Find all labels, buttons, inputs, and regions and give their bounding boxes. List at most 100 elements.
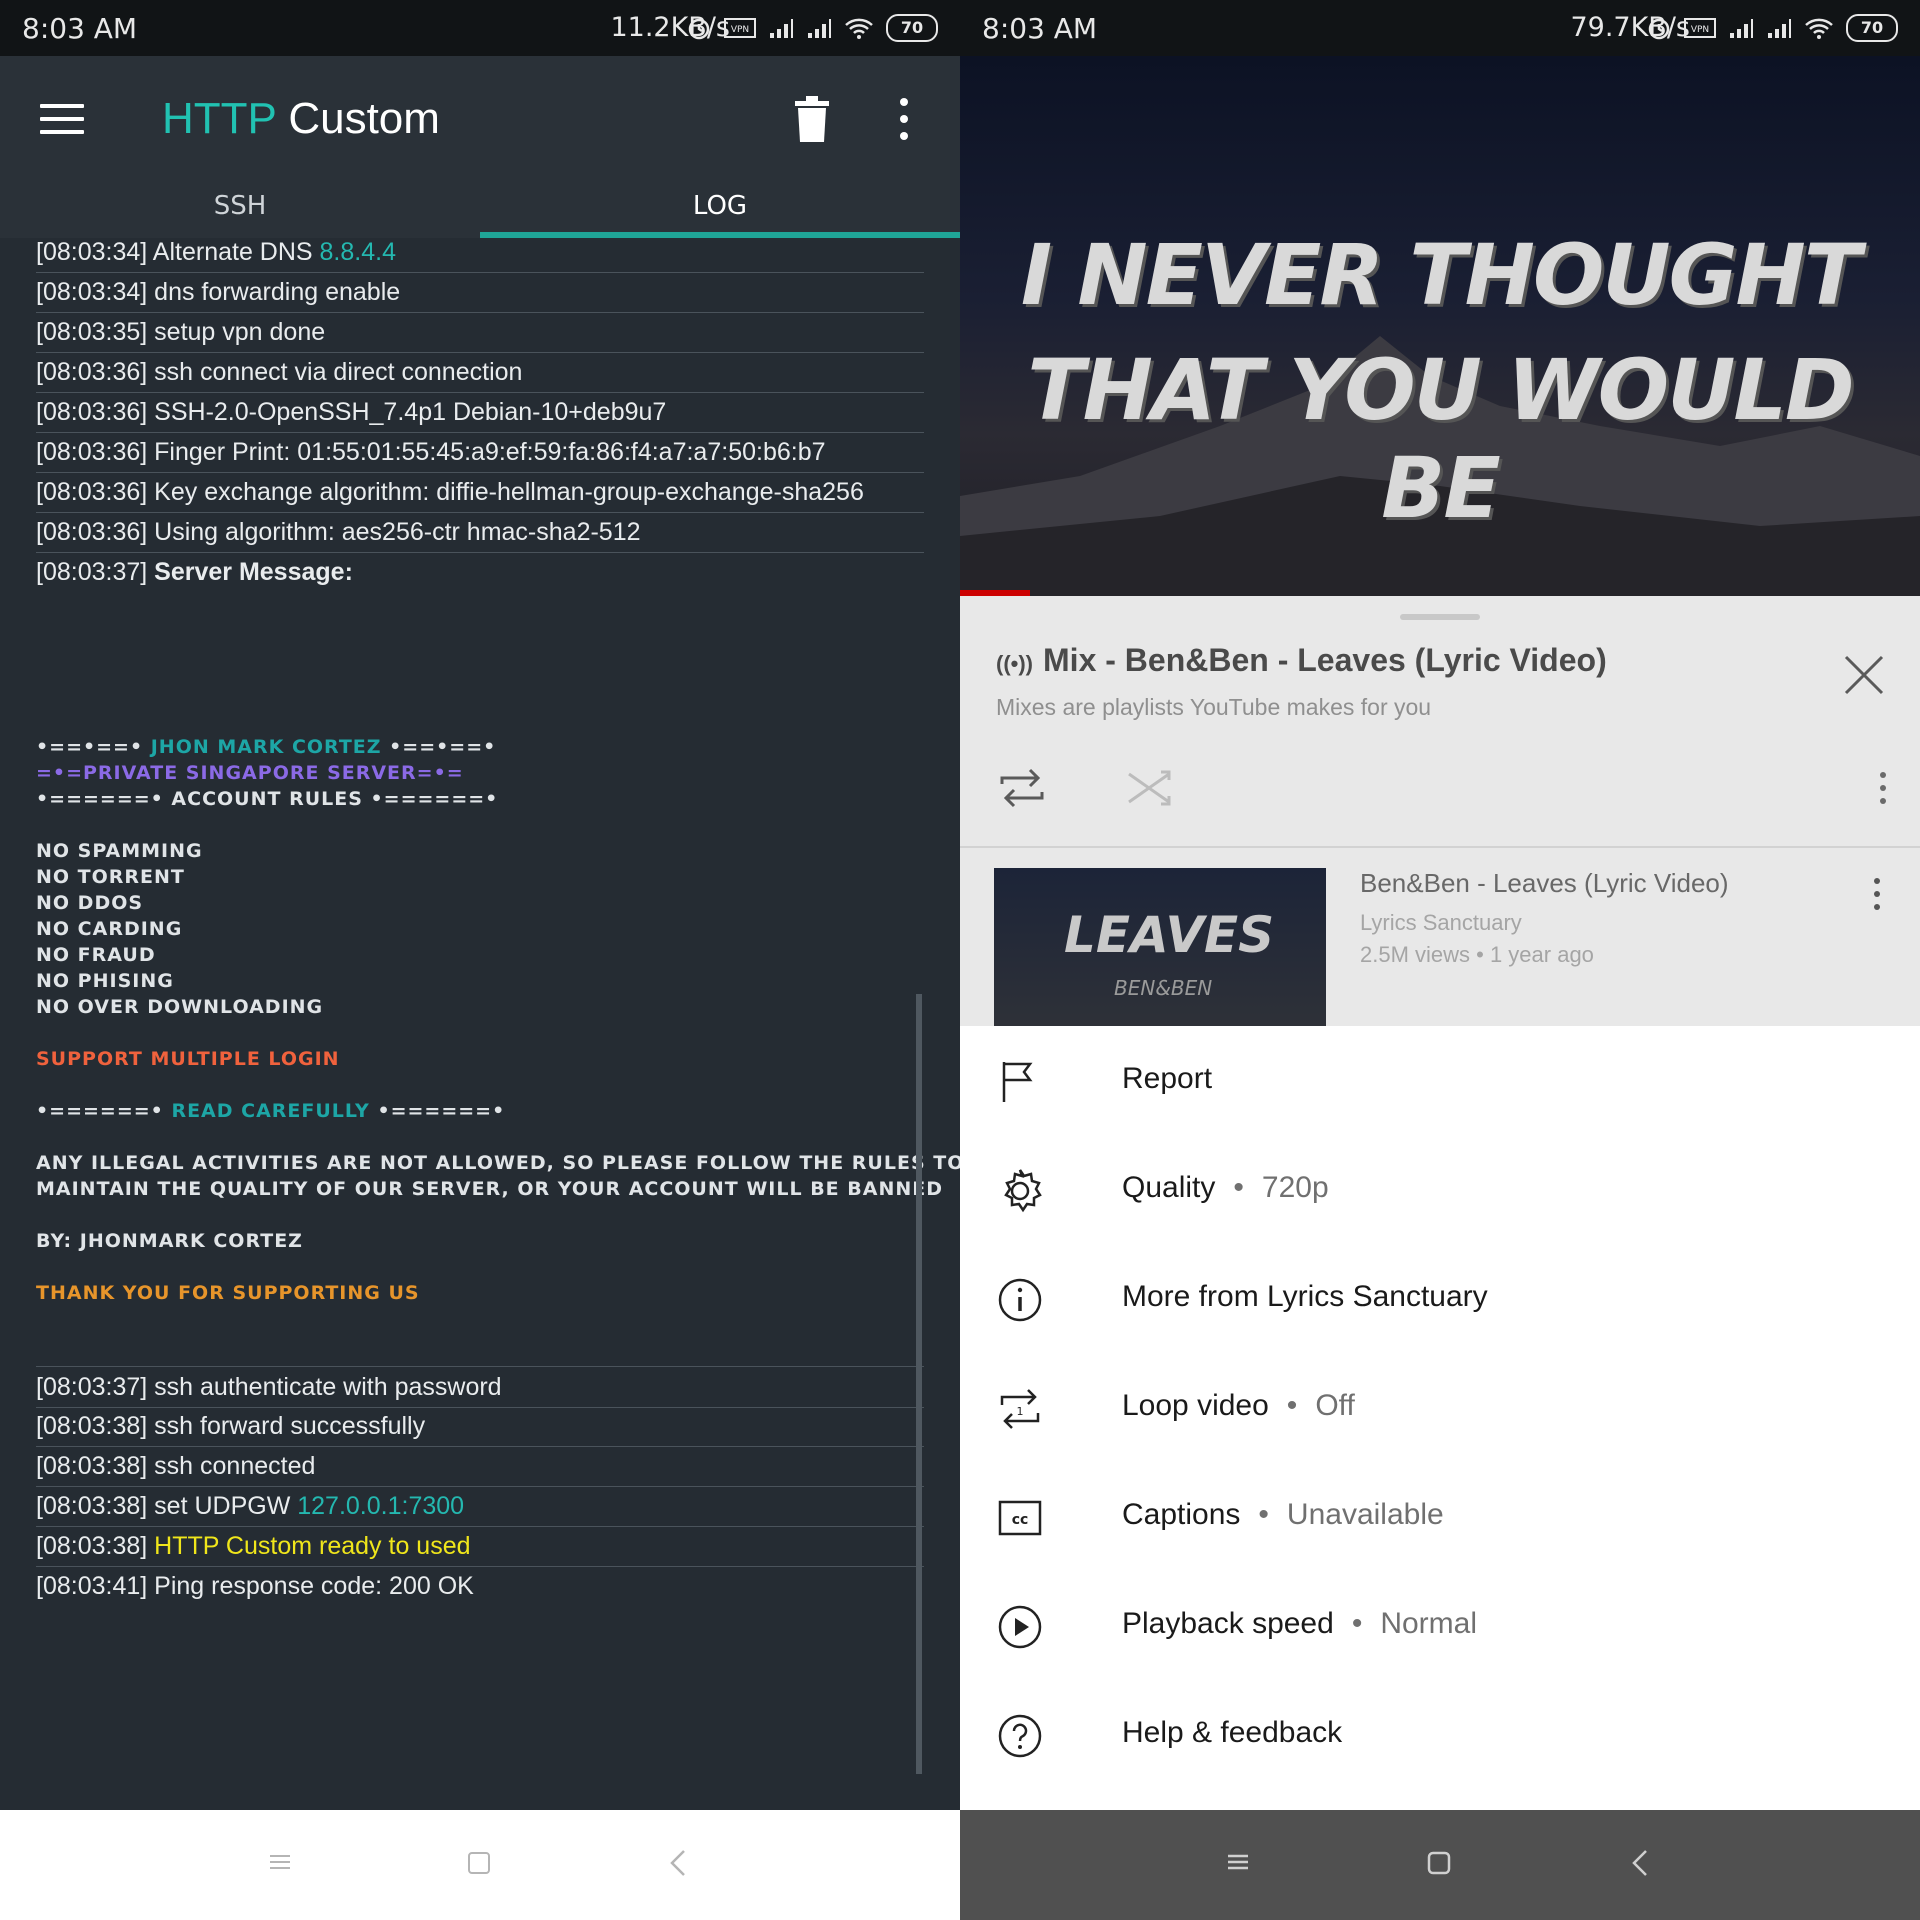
drag-handle[interactable] <box>1400 614 1480 620</box>
svg-text:VPN: VPN <box>1691 25 1709 35</box>
svg-text:cc: cc <box>1012 1512 1029 1528</box>
menu-item-more-from-channel[interactable]: More from Lyrics Sanctuary <box>960 1244 1920 1353</box>
log-line: [08:03:37] Server Message: <box>36 558 353 586</box>
divider <box>960 846 1920 848</box>
app-bar: HTTP Custom SSH LOG <box>0 56 960 238</box>
log-line: [08:03:34] Alternate DNS 8.8.4.4 <box>36 238 924 273</box>
server-message-line: =•=PRIVATE SINGAPORE SERVER=•= <box>36 762 464 784</box>
home-icon[interactable] <box>466 1850 492 1876</box>
vpn-icon: VPN <box>1684 18 1716 38</box>
status-bar: 8:03 AM 79.7KB/s VPN 70 <box>960 0 1920 56</box>
video-player[interactable]: I NEVER THOUGHT THAT YOU WOULD BE <box>960 56 1920 596</box>
rule-item: NO SPAMMING <box>36 840 203 862</box>
signal-icon <box>770 19 793 38</box>
status-icons: VPN 70 <box>1646 14 1898 42</box>
log-line: [08:03:38] HTTP Custom ready to used <box>36 1526 924 1567</box>
gear-icon <box>1004 1169 1042 1213</box>
captions-icon: cc <box>998 1500 1042 1536</box>
log-scrollbar[interactable] <box>916 994 922 1774</box>
wifi-icon <box>1805 18 1833 39</box>
menu-item-report[interactable]: Report <box>960 1026 1920 1135</box>
rule-item: NO DDOS <box>36 892 144 914</box>
vpn-icon: VPN <box>724 18 756 38</box>
status-time: 8:03 AM <box>982 12 1098 45</box>
log-line: [08:03:37] ssh authenticate with passwor… <box>36 1366 924 1408</box>
back-icon[interactable] <box>668 1848 688 1878</box>
flag-icon <box>1002 1062 1033 1102</box>
tab-ssh[interactable]: SSH <box>0 176 480 236</box>
recent-apps-icon[interactable] <box>268 1850 292 1874</box>
log-view[interactable]: [08:03:34] Alternate DNS 8.8.4.4 [08:03:… <box>0 238 960 1810</box>
rule-item: NO OVER DOWNLOADING <box>36 996 324 1018</box>
navigation-bar <box>0 1810 960 1920</box>
live-mix-icon: ((•)) <box>996 651 1034 676</box>
shuffle-icon[interactable] <box>1125 766 1177 810</box>
menu-item-loop-video[interactable]: 1 Loop video • Off <box>960 1353 1920 1462</box>
back-icon[interactable] <box>1630 1848 1650 1878</box>
menu-item-playback-speed[interactable]: Playback speed • Normal <box>960 1571 1920 1680</box>
trash-icon[interactable] <box>795 96 829 142</box>
svg-text:1: 1 <box>1017 1405 1024 1418</box>
tab-log[interactable]: LOG <box>480 176 960 236</box>
author-line: BY: JHONMARK CORTEZ <box>36 1230 303 1252</box>
rule-item: NO TORRENT <box>36 866 185 888</box>
options-menu: Report Quality • 720p More from Lyrics San… <box>960 1026 1920 1810</box>
menu-icon[interactable] <box>40 104 84 134</box>
repeat-icon[interactable] <box>996 766 1048 810</box>
menu-item-quality[interactable]: Quality • 720p <box>960 1135 1920 1244</box>
thanks-line: THANK YOU FOR SUPPORTING US <box>36 1282 420 1304</box>
lyric-line: I NEVER THOUGHT <box>1020 226 1861 324</box>
alarm-icon <box>1648 18 1670 40</box>
menu-item-captions[interactable]: cc Captions • Unavailable <box>960 1462 1920 1571</box>
log-line: [08:03:36] Key exchange algorithm: diffi… <box>36 472 924 513</box>
alarm-icon <box>688 18 710 40</box>
video-title[interactable]: Ben&Ben - Leaves (Lyric Video) <box>1360 868 1729 899</box>
app-title: HTTP Custom <box>162 94 440 143</box>
log-line: [08:03:38] set UDPGW 127.0.0.1:7300 <box>36 1486 924 1527</box>
support-line: SUPPORT MULTIPLE LOGIN <box>36 1048 340 1070</box>
log-line: [08:03:38] ssh connected <box>36 1446 924 1487</box>
menu-item-help-feedback[interactable]: Help & feedback <box>960 1680 1920 1789</box>
log-line: [08:03:38] ssh forward successfully <box>36 1406 924 1447</box>
server-message-header: •==•==• JHON MARK CORTEZ •==•==• <box>36 736 497 758</box>
svg-text:VPN: VPN <box>731 25 749 35</box>
status-icons: VPN 70 <box>686 14 938 42</box>
loop-icon: 1 <box>1000 1389 1040 1429</box>
more-options-icon[interactable] <box>1880 772 1888 811</box>
youtube-app: 8:03 AM 79.7KB/s VPN 70 I NEVER THOUGHT … <box>960 0 1920 1920</box>
log-line: [08:03:36] SSH-2.0-OpenSSH_7.4p1 Debian-… <box>36 392 924 433</box>
info-icon <box>998 1278 1042 1322</box>
status-bar: 8:03 AM 11.2KB/s VPN 70 <box>0 0 960 56</box>
rule-item: NO FRAUD <box>36 944 156 966</box>
battery-icon: 70 <box>1846 14 1898 42</box>
log-line: [08:03:36] Finger Print: 01:55:01:55:45:… <box>36 432 924 473</box>
signal-icon <box>1768 19 1791 38</box>
status-time: 8:03 AM <box>22 12 138 45</box>
playlist-panel: ((•)) Mix - Ben&Ben - Leaves (Lyric Video… <box>960 596 1920 1026</box>
signal-icon <box>808 19 831 38</box>
home-icon[interactable] <box>1426 1850 1452 1876</box>
log-line: [08:03:36] ssh connect via direct connec… <box>36 352 924 393</box>
http-custom-app: 8:03 AM 11.2KB/s VPN 70 HTTP Custom SSH … <box>0 0 960 1920</box>
close-icon[interactable] <box>1840 651 1888 699</box>
signal-icon <box>1730 19 1753 38</box>
mix-title: ((•)) Mix - Ben&Ben - Leaves (Lyric Video… <box>996 642 1607 678</box>
log-line: [08:03:34] dns forwarding enable <box>36 272 924 313</box>
recent-apps-icon[interactable] <box>1226 1850 1250 1874</box>
navigation-bar <box>960 1810 1920 1920</box>
play-circle-icon <box>998 1605 1042 1649</box>
lyric-line: THAT YOU WOULD BE <box>1027 341 1854 537</box>
log-line: [08:03:35] setup vpn done <box>36 312 924 353</box>
battery-icon: 70 <box>886 14 938 42</box>
log-line: [08:03:36] Using algorithm: aes256-ctr h… <box>36 512 924 553</box>
notice-line: ANY ILLEGAL ACTIVITIES ARE NOT ALLOWED, … <box>36 1152 960 1174</box>
wifi-icon <box>845 18 873 39</box>
more-options-icon[interactable] <box>900 98 910 142</box>
help-icon <box>998 1714 1042 1758</box>
rule-item: NO CARDING <box>36 918 183 940</box>
video-thumbnail[interactable]: LEAVES BEN&BEN <box>994 868 1326 1026</box>
rule-item: NO PHISING <box>36 970 174 992</box>
video-more-options-icon[interactable] <box>1874 878 1882 917</box>
notice-line: MAINTAIN THE QUALITY OF OUR SERVER, OR Y… <box>36 1178 944 1200</box>
server-message-line: •======• ACCOUNT RULES •======• <box>36 788 499 810</box>
